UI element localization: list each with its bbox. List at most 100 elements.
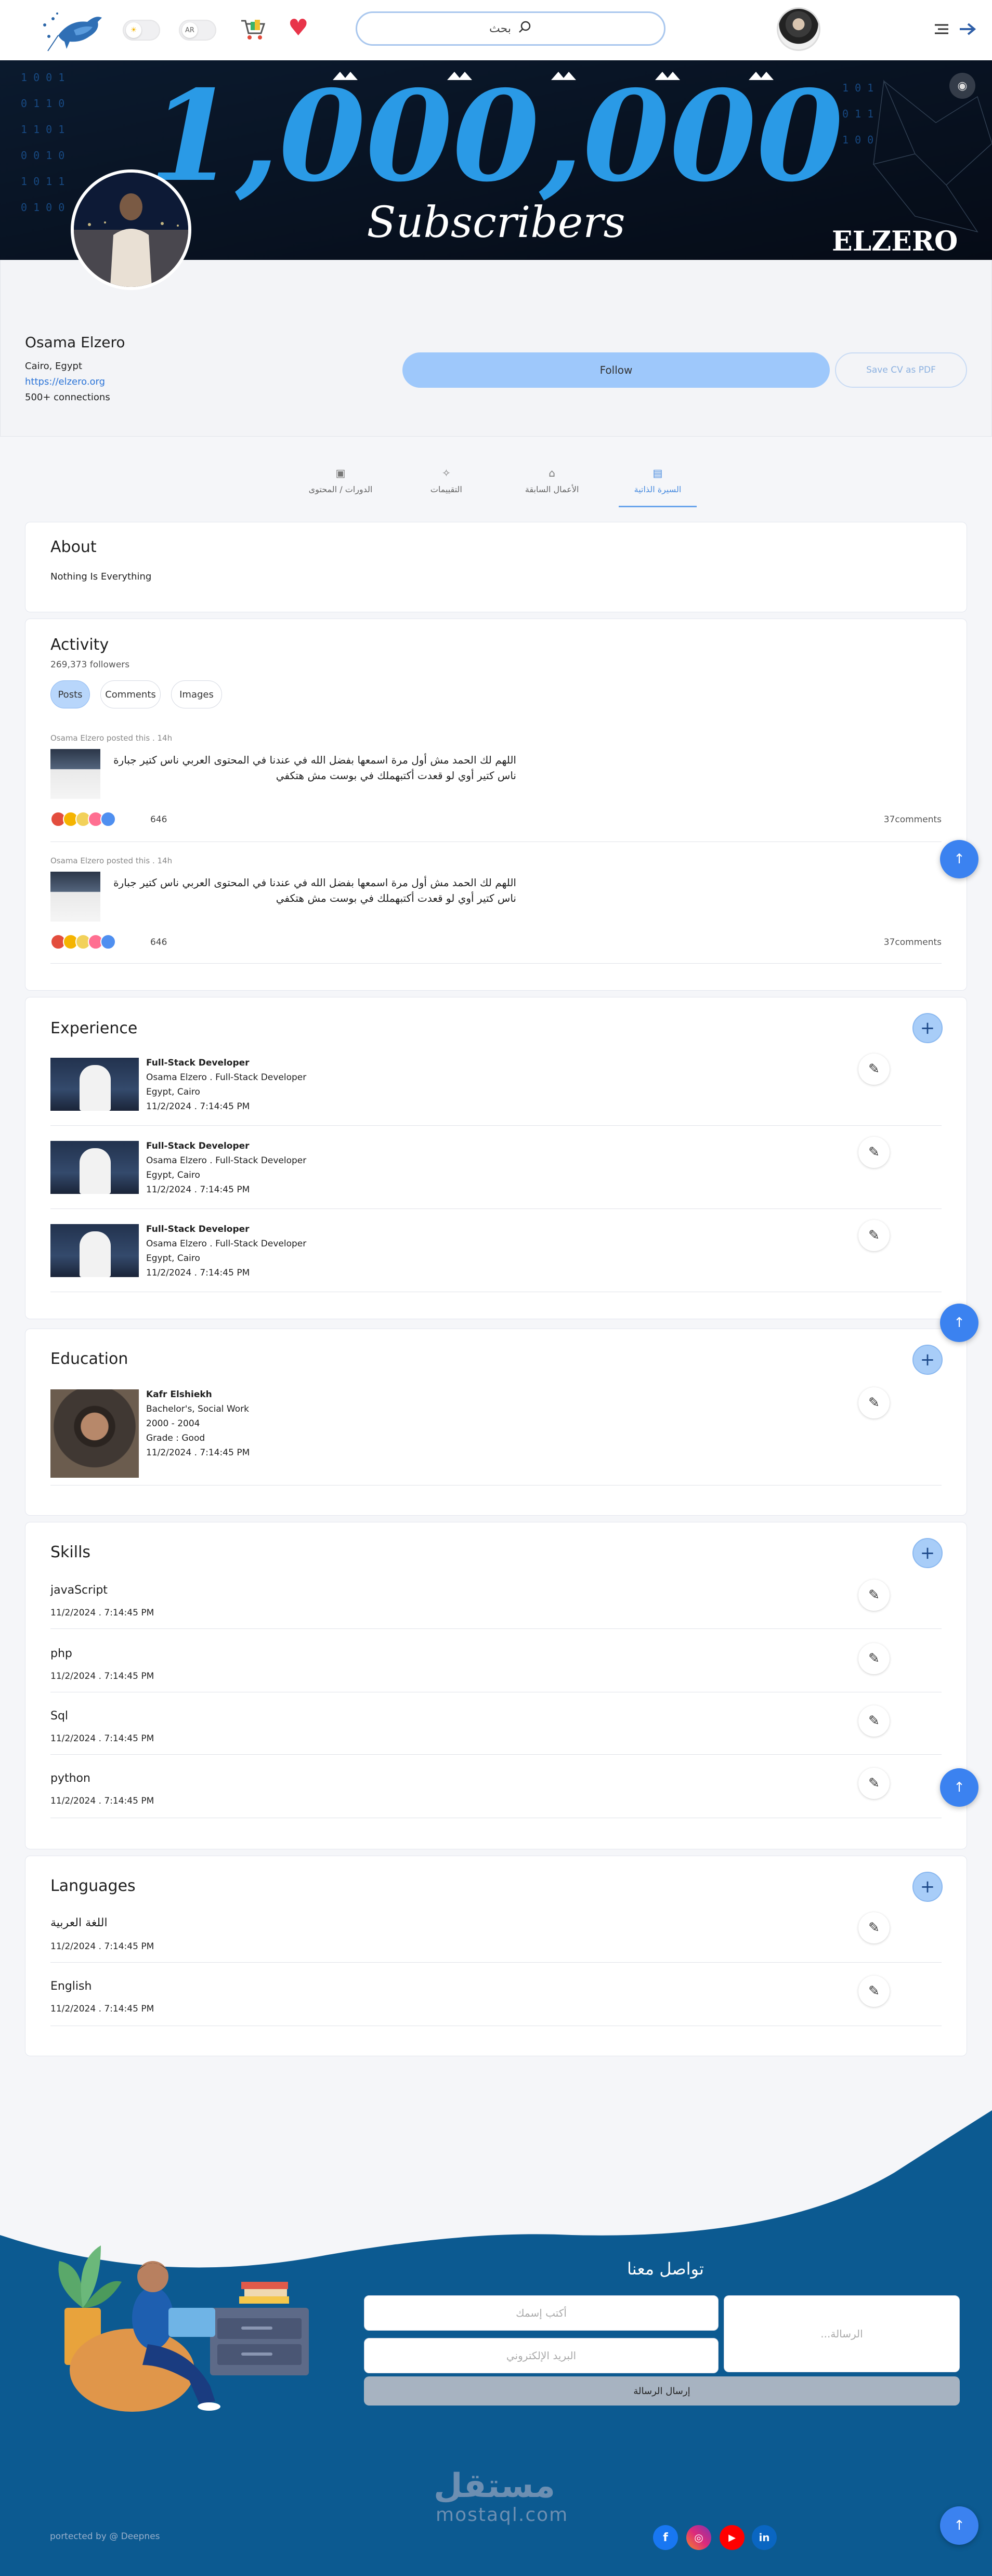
edit-skill-button[interactable]: ✎ — [858, 1768, 890, 1799]
edit-experience-button[interactable]: ✎ — [858, 1054, 890, 1085]
language-toggle[interactable]: AR — [179, 20, 216, 41]
tab-previous-works[interactable]: ⌂ الأعمال السابقة — [513, 463, 591, 509]
add-language-button[interactable]: + — [912, 1872, 943, 1902]
sparkle-icon: ✧ — [441, 467, 451, 479]
cart-icon[interactable] — [239, 18, 266, 42]
skill-name: Sql — [50, 1710, 69, 1723]
profile-name: Osama Elzero — [25, 334, 125, 351]
svg-text:1 0 1 1: 1 0 1 1 — [21, 175, 64, 188]
tab-reviews[interactable]: ✧ التقييمات — [407, 463, 485, 509]
divider — [50, 1125, 942, 1126]
edit-skill-button[interactable]: ✎ — [858, 1643, 890, 1674]
education-image — [50, 1389, 139, 1478]
activity-followers: 269,373 followers — [50, 660, 130, 670]
svg-text:0 0 1 0: 0 0 1 0 — [21, 149, 64, 162]
scroll-top-button[interactable]: ↑ — [940, 1304, 978, 1342]
education-years: 2000 - 2004 — [146, 1418, 200, 1429]
lang-toggle-label: AR — [182, 22, 198, 38]
reaction-count: 646 — [150, 814, 167, 825]
svg-text:1 0 0: 1 0 0 — [842, 134, 873, 146]
bird-logo[interactable] — [37, 4, 115, 54]
divider — [50, 1754, 942, 1755]
footer-credit: portected by @ Deepnes — [50, 2531, 160, 2542]
add-experience-button[interactable]: + — [912, 1013, 943, 1043]
youtube-icon[interactable]: ▶ — [720, 2525, 745, 2550]
languages-section: Languages + اللغة العربية 11/2/2024 . 7:… — [25, 1856, 967, 2056]
reactions-icons[interactable] — [50, 934, 116, 950]
education-school: Kafr Elshiekh — [146, 1389, 212, 1400]
add-education-button[interactable]: + — [912, 1345, 943, 1375]
tab-courses[interactable]: ▣ الدورات / المحتوى — [302, 463, 380, 509]
filter-images[interactable]: Images — [171, 680, 222, 708]
message-textarea[interactable]: الرسالة... — [724, 2295, 960, 2372]
about-title: About — [50, 538, 97, 556]
post-text: اللهم لك الحمد مش أول مرة اسمعها بفضل ال… — [113, 754, 516, 782]
save-cv-button[interactable]: Save CV as PDF — [835, 352, 967, 388]
email-input[interactable]: البريد الإلكتروني — [364, 2338, 719, 2373]
name-input[interactable]: أكتب إسمك — [364, 2295, 719, 2331]
comment-count[interactable]: 37comments — [884, 937, 942, 948]
menu-icon[interactable] — [933, 22, 950, 38]
languages-title: Languages — [50, 1877, 136, 1895]
send-message-button[interactable]: إرسال الرسالة — [364, 2376, 960, 2406]
watermark-arabic: مستقل — [433, 2467, 555, 2505]
language-date: 11/2/2024 . 7:14:45 PM — [50, 2004, 154, 2014]
comment-count[interactable]: 37comments — [884, 814, 942, 825]
post-image[interactable] — [50, 749, 100, 799]
filter-posts[interactable]: Posts — [50, 680, 90, 708]
post-meta: Osama Elzero posted this . 14h — [50, 856, 173, 865]
profile-photo[interactable] — [71, 169, 191, 290]
experience-title: Experience — [50, 1019, 138, 1037]
instagram-icon[interactable]: ◎ — [686, 2525, 711, 2550]
edit-education-button[interactable]: ✎ — [858, 1387, 890, 1418]
facebook-icon[interactable]: f — [653, 2525, 678, 2550]
sun-icon: ☀ — [126, 22, 141, 38]
education-grade: Grade : Good — [146, 1433, 205, 1443]
edit-language-button[interactable]: ✎ — [858, 1976, 890, 2007]
post-image[interactable] — [50, 872, 100, 922]
add-skill-button[interactable]: + — [912, 1538, 943, 1568]
skill-date: 11/2/2024 . 7:14:45 PM — [50, 1796, 154, 1806]
arrow-right-icon[interactable] — [958, 22, 978, 38]
filter-comments[interactable]: Comments — [100, 680, 161, 708]
post-text: اللهم لك الحمد مش أول مرة اسمعها بفضل ال… — [113, 876, 516, 904]
skill-date: 11/2/2024 . 7:14:45 PM — [50, 1671, 154, 1681]
skill-date: 11/2/2024 . 7:14:45 PM — [50, 1608, 154, 1618]
experience-date: 11/2/2024 . 7:14:45 PM — [146, 1185, 250, 1195]
tab-cv[interactable]: ▤ السيرة الذاتية — [618, 463, 697, 507]
cover-subtitle: Subscribers — [367, 198, 625, 247]
edit-experience-button[interactable]: ✎ — [858, 1220, 890, 1251]
edit-language-button[interactable]: ✎ — [858, 1912, 890, 1943]
profile-website-link[interactable]: https://elzero.org — [25, 374, 110, 390]
experience-item: Full-Stack Developer Osama Elzero . Full… — [146, 1056, 306, 1114]
search-bar[interactable]: بحث — [356, 11, 665, 46]
language-name: اللغة العربية — [50, 1916, 108, 1929]
experience-role: Full-Stack Developer — [146, 1141, 250, 1151]
experience-date: 11/2/2024 . 7:14:45 PM — [146, 1101, 250, 1112]
cover-big-number: 1,000,000 — [149, 63, 843, 209]
experience-item: Full-Stack Developer Osama Elzero . Full… — [146, 1222, 306, 1280]
scroll-top-button[interactable]: ↑ — [940, 2506, 978, 2545]
experience-company: Osama Elzero . Full-Stack Developer — [146, 1239, 307, 1249]
person-laptop-illustration — [44, 2230, 324, 2422]
heart-icon[interactable]: ♥ — [288, 17, 308, 40]
edit-skill-button[interactable]: ✎ — [858, 1580, 890, 1611]
svg-text:1 1 0 1: 1 1 0 1 — [21, 123, 64, 136]
linkedin-icon[interactable]: in — [752, 2525, 777, 2550]
follow-button[interactable]: Follow — [402, 352, 830, 388]
user-avatar[interactable] — [777, 7, 820, 51]
education-item: Kafr Elshiekh Bachelor's, Social Work 20… — [146, 1387, 250, 1460]
education-degree: Bachelor's, Social Work — [146, 1404, 249, 1414]
skill-name: javaScript — [50, 1584, 108, 1597]
edit-experience-button[interactable]: ✎ — [858, 1137, 890, 1168]
scroll-top-button[interactable]: ↑ — [940, 840, 978, 878]
scroll-top-button[interactable]: ↑ — [940, 1768, 978, 1807]
activity-title: Activity — [50, 636, 109, 654]
edit-skill-button[interactable]: ✎ — [858, 1705, 890, 1737]
divider — [50, 1962, 942, 1963]
theme-toggle[interactable]: ☀ — [123, 20, 160, 41]
divider — [50, 1485, 942, 1486]
camera-icon[interactable]: ◉ — [949, 73, 975, 99]
experience-image — [50, 1224, 139, 1277]
reactions-icons[interactable] — [50, 811, 116, 827]
